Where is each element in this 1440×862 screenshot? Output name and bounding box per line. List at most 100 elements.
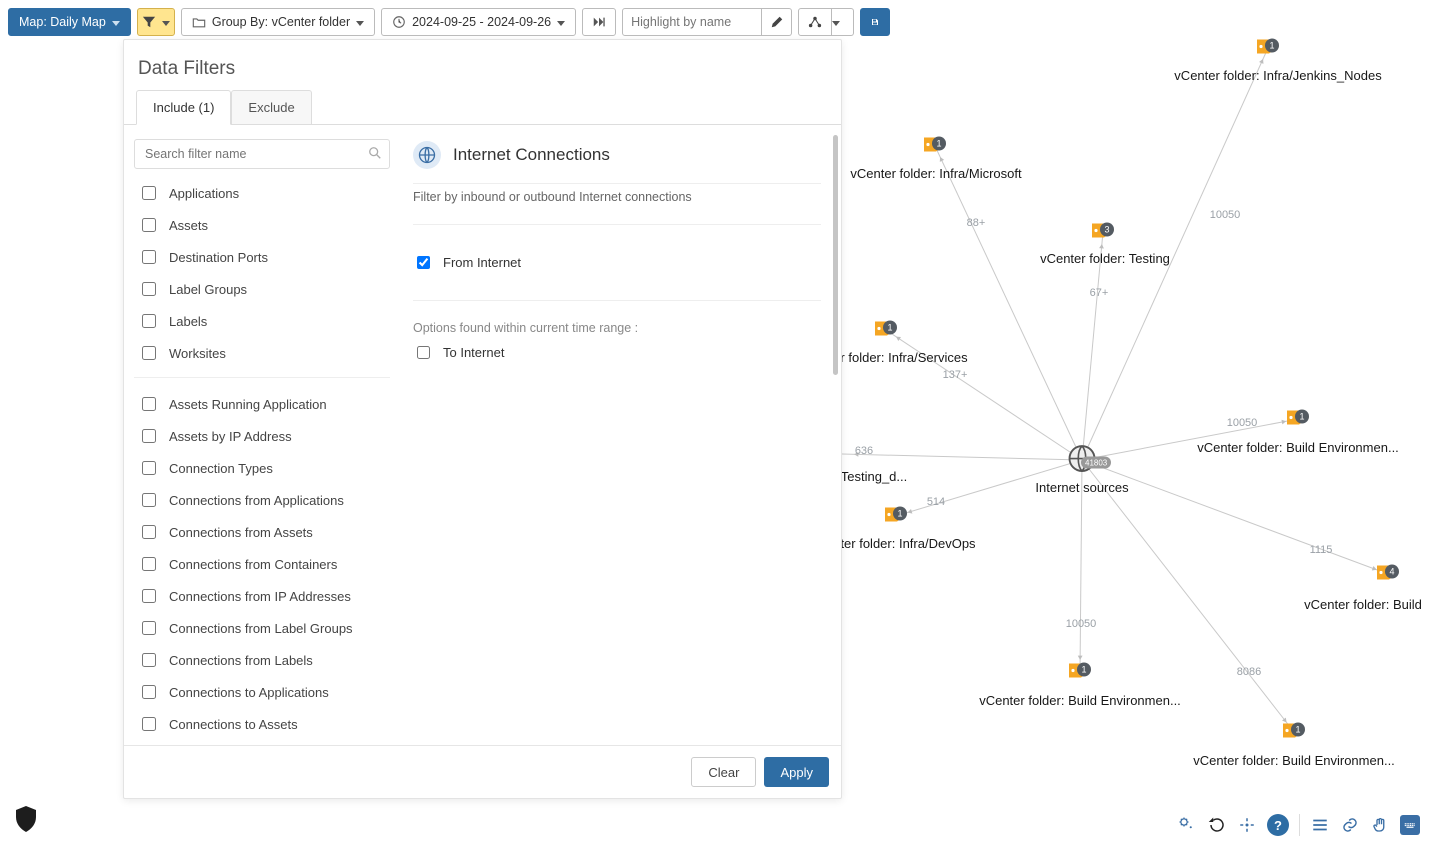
shield-icon[interactable] [14,805,38,836]
filter-checkbox[interactable] [142,282,156,296]
filter-item[interactable]: Connections from Label Groups [134,612,390,644]
node-badge: 1 [1265,39,1279,53]
node-label: Internet sources [1035,480,1128,495]
filter-checkbox[interactable] [142,346,156,360]
clear-button[interactable]: Clear [691,757,756,787]
panel-scrollbar[interactable] [833,135,838,375]
node-label: Testing_d... [841,469,908,484]
node-tag-icon[interactable]: 1 [1281,722,1307,743]
filter-button[interactable] [137,8,175,36]
action-bar: ? [1177,814,1420,836]
fast-forward-button[interactable] [582,8,616,36]
link-icon[interactable] [1340,815,1360,835]
filter-checkbox[interactable] [142,557,156,571]
filter-checkbox[interactable] [142,525,156,539]
filter-item[interactable]: Assets Running Application [134,388,390,420]
settings-icon[interactable] [1177,815,1197,835]
node-tag-icon[interactable]: 1 [1255,38,1281,59]
filter-item[interactable]: Connections from Labels [134,644,390,676]
date-range-button[interactable]: 2024-09-25 - 2024-09-26 [381,8,576,36]
hand-pan-icon[interactable] [1370,815,1390,835]
tab-exclude[interactable]: Exclude [231,90,311,124]
group-by-button[interactable]: Group By: vCenter folder [181,8,375,36]
node-tag-icon[interactable]: 1 [883,506,909,527]
map-select-button[interactable]: Map: Daily Map [8,8,131,36]
filter-item[interactable]: Connections from Assets [134,516,390,548]
to-internet-checkbox[interactable] [417,346,430,359]
filter-label: Connections from Applications [169,493,344,508]
filter-checkbox[interactable] [142,621,156,635]
node-tag-icon[interactable]: 3 [1090,222,1116,243]
node-tag-icon[interactable]: 1 [922,136,948,157]
filter-checkbox[interactable] [142,685,156,699]
network-icon [808,15,822,29]
filter-item[interactable]: Connections to Applications [134,676,390,708]
filter-item[interactable]: Worksites [134,337,390,369]
node-badge: 1 [1291,723,1305,737]
highlight-edit-button[interactable] [762,8,792,36]
filter-label: Connections to Assets [169,717,298,732]
filter-label: Assets Running Application [169,397,327,412]
layout-dropdown-button[interactable] [832,8,854,36]
from-internet-label: From Internet [443,255,521,270]
filter-checkbox[interactable] [142,397,156,411]
from-internet-row[interactable]: From Internet [413,245,821,280]
apply-button[interactable]: Apply [764,757,829,787]
filter-label: Connections from IP Addresses [169,589,351,604]
filter-checkbox[interactable] [142,493,156,507]
filter-item[interactable]: Assets by IP Address [134,420,390,452]
options-note: Options found within current time range … [413,321,821,335]
node-tag-icon[interactable]: 4 [1375,564,1401,585]
refresh-icon[interactable] [1207,815,1227,835]
filter-item[interactable]: Connections from IP Addresses [134,580,390,612]
filter-item[interactable]: Connection Types [134,452,390,484]
save-button[interactable] [860,8,890,36]
internet-sources-node[interactable]: 41803 [1067,444,1097,477]
keyboard-icon[interactable] [1400,815,1420,835]
filter-checkbox[interactable] [142,653,156,667]
filter-item[interactable]: Label Groups [134,273,390,305]
node-tag-icon[interactable]: 1 [1285,409,1311,430]
node-label: vCenter folder: Testing [1040,251,1170,266]
tab-include[interactable]: Include (1) [136,90,231,125]
filter-item[interactable]: Connections from Containers [134,548,390,580]
highlight-input[interactable] [622,8,762,36]
node-badge: 1 [883,321,897,335]
to-internet-row[interactable]: To Internet [413,335,821,370]
folder-icon [192,15,206,29]
divider [1299,814,1300,836]
filter-checkbox[interactable] [142,186,156,200]
node-tag-icon[interactable]: 1 [1067,662,1093,683]
filter-checkbox[interactable] [142,461,156,475]
filter-item[interactable]: Connections to Assets [134,708,390,740]
filter-item[interactable]: Connections to Containers [134,740,390,745]
from-internet-checkbox[interactable] [417,256,430,269]
filter-item[interactable]: Assets [134,209,390,241]
list-view-icon[interactable] [1310,815,1330,835]
help-button[interactable]: ? [1267,814,1289,836]
map-select-label: Map: Daily Map [19,15,106,29]
filter-checkbox[interactable] [142,429,156,443]
filter-item[interactable]: Applications [134,177,390,209]
filter-item[interactable]: Destination Ports [134,241,390,273]
filter-checkbox[interactable] [142,250,156,264]
layout-button[interactable] [798,8,832,36]
filter-checkbox[interactable] [142,589,156,603]
funnel-icon [142,15,156,29]
filter-item[interactable]: Connections from Applications [134,484,390,516]
filter-label: Connections from Containers [169,557,337,572]
node-tag-icon[interactable]: 1 [873,320,899,341]
node-badge: 1 [932,137,946,151]
filter-checkbox[interactable] [142,218,156,232]
filter-item[interactable]: Labels [134,305,390,337]
filter-checkbox[interactable] [142,717,156,731]
detail-subtitle: Filter by inbound or outbound Internet c… [413,190,821,204]
filter-checkbox[interactable] [142,314,156,328]
filter-label: Connections to Applications [169,685,329,700]
node-badge: 1 [1295,410,1309,424]
date-range-label: 2024-09-25 - 2024-09-26 [412,15,551,29]
detail-title: Internet Connections [453,145,610,165]
filter-search-input[interactable] [134,139,390,169]
clock-icon [392,15,406,29]
recenter-icon[interactable] [1237,815,1257,835]
